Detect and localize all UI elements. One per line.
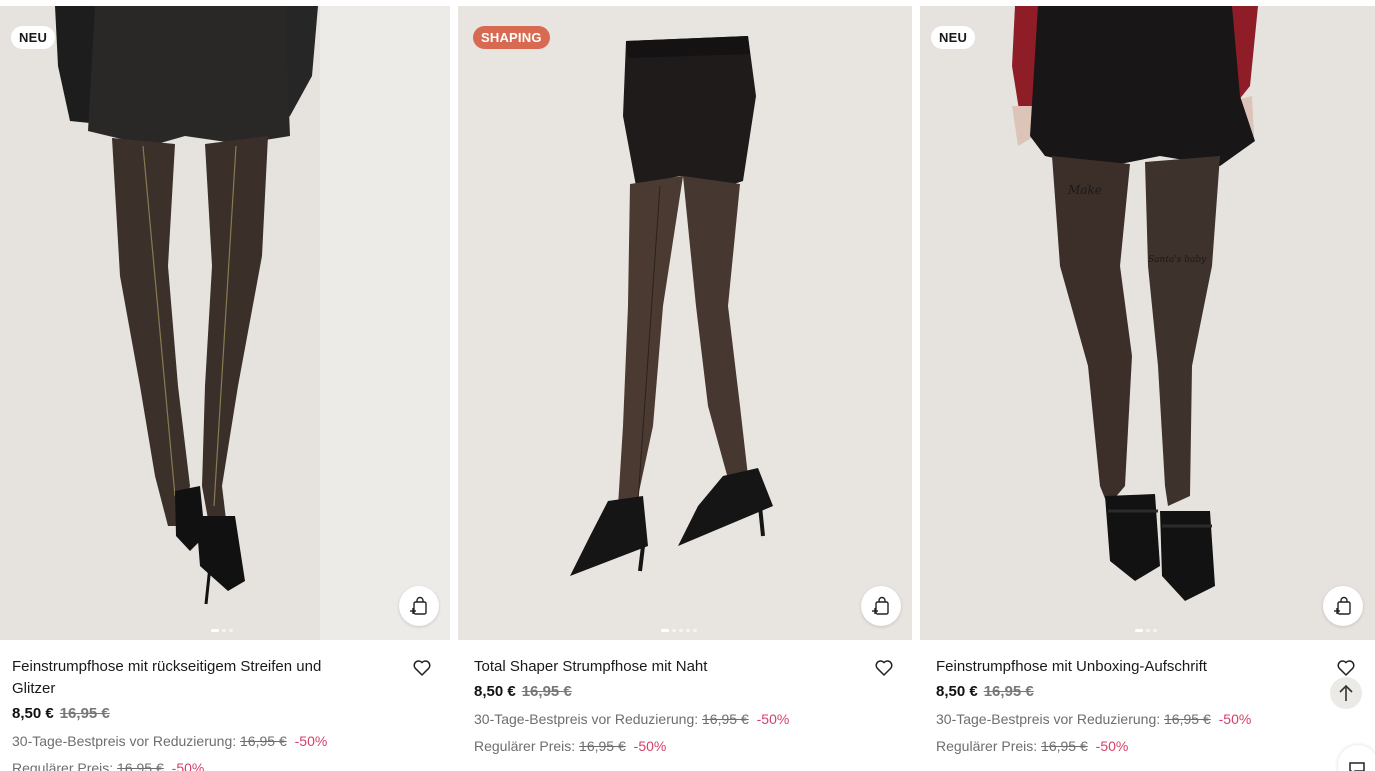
heart-icon: [1337, 660, 1355, 676]
regular-price-discount: -50%: [171, 760, 205, 771]
badge-new: NEU: [931, 26, 976, 49]
carousel-dot[interactable]: [1153, 629, 1157, 632]
heart-icon: [875, 660, 893, 676]
regular-price-discount: -50%: [633, 738, 667, 754]
regular-price-note: Regulärer Preis: 16,95 € -50%: [936, 736, 1335, 756]
product-card[interactable]: SHAPING Total Shaper Strumpfhose mit Nah…: [458, 0, 912, 771]
lowest-price-value: 16,95 €: [1164, 711, 1211, 727]
old-price: 16,95 €: [983, 683, 1034, 700]
wishlist-button[interactable]: [1336, 658, 1356, 678]
image-carousel-dots[interactable]: [1135, 629, 1157, 633]
regular-price-value: 16,95 €: [579, 738, 626, 754]
regular-price-note: Regulärer Preis: 16,95 € -50%: [474, 736, 872, 756]
product-card[interactable]: Make Santa's baby NEU Feinstrumpfhose mi…: [920, 0, 1375, 771]
carousel-dot[interactable]: [672, 629, 676, 632]
lowest-price-discount: -50%: [756, 711, 790, 727]
chat-icon: [1349, 762, 1365, 771]
tights-photo: Make Santa's baby: [920, 6, 1375, 640]
regular-price-discount: -50%: [1095, 738, 1129, 754]
tights-photo: [458, 6, 912, 640]
badge-new: NEU: [11, 26, 56, 49]
lowest-price-label: 30-Tage-Bestpreis vor Reduzierung:: [474, 711, 699, 727]
regular-price-value: 16,95 €: [117, 760, 164, 771]
carousel-dot[interactable]: [661, 629, 669, 632]
heart-icon: [413, 660, 431, 676]
product-info: Feinstrumpfhose mit Unboxing-Aufschrift …: [936, 656, 1335, 756]
arrow-up-icon: [1339, 684, 1353, 701]
product-grid: NEU Feinstrumpfhose mit rückseitigem Str…: [0, 0, 1375, 771]
price-row: 8,50 € 16,95 €: [12, 704, 410, 724]
quick-add-button[interactable]: [399, 586, 439, 626]
bag-plus-icon: [1334, 596, 1351, 615]
carousel-dot[interactable]: [686, 629, 690, 632]
lowest-price-discount: -50%: [1218, 711, 1252, 727]
scroll-to-top-button[interactable]: [1330, 677, 1362, 709]
carousel-dot[interactable]: [222, 629, 226, 632]
price-row: 8,50 € 16,95 €: [474, 682, 872, 702]
regular-price-label: Regulärer Preis:: [474, 738, 576, 754]
svg-text:Santa's baby: Santa's baby: [1148, 255, 1207, 265]
product-info: Total Shaper Strumpfhose mit Naht 8,50 €…: [474, 656, 872, 756]
carousel-dot[interactable]: [1135, 629, 1143, 632]
badge-shaping: SHAPING: [473, 26, 550, 49]
carousel-dot[interactable]: [211, 629, 219, 632]
old-price: 16,95 €: [59, 705, 110, 722]
carousel-dot[interactable]: [679, 629, 683, 632]
svg-text:Make: Make: [1067, 183, 1102, 197]
carousel-dot[interactable]: [1146, 629, 1150, 632]
product-info: Feinstrumpfhose mit rückseitigem Streife…: [12, 656, 410, 771]
bag-plus-icon: [410, 596, 427, 615]
lowest-price-note: 30-Tage-Bestpreis vor Reduzierung: 16,95…: [936, 709, 1335, 729]
price-row: 8,50 € 16,95 €: [936, 682, 1335, 702]
lowest-price-discount: -50%: [294, 733, 328, 749]
image-carousel-dots[interactable]: [661, 629, 697, 633]
lowest-price-label: 30-Tage-Bestpreis vor Reduzierung:: [936, 711, 1161, 727]
regular-price-label: Regulärer Preis:: [12, 760, 114, 771]
carousel-dot[interactable]: [693, 629, 697, 632]
regular-price-value: 16,95 €: [1041, 738, 1088, 754]
regular-price-label: Regulärer Preis:: [936, 738, 1038, 754]
tights-photo: [0, 6, 450, 640]
lowest-price-note: 30-Tage-Bestpreis vor Reduzierung: 16,95…: [474, 709, 872, 729]
product-card[interactable]: NEU Feinstrumpfhose mit rückseitigem Str…: [0, 0, 450, 771]
quick-add-button[interactable]: [861, 586, 901, 626]
lowest-price-label: 30-Tage-Bestpreis vor Reduzierung:: [12, 733, 237, 749]
current-price: 8,50 €: [936, 683, 978, 700]
carousel-dot[interactable]: [229, 629, 233, 632]
lowest-price-note: 30-Tage-Bestpreis vor Reduzierung: 16,95…: [12, 731, 410, 751]
product-image[interactable]: NEU: [0, 6, 450, 640]
regular-price-note: Regulärer Preis: 16,95 € -50%: [12, 758, 410, 771]
product-image[interactable]: Make Santa's baby NEU: [920, 6, 1375, 640]
product-name[interactable]: Feinstrumpfhose mit rückseitigem Streife…: [12, 656, 342, 700]
quick-add-button[interactable]: [1323, 586, 1363, 626]
old-price: 16,95 €: [521, 683, 572, 700]
lowest-price-value: 16,95 €: [702, 711, 749, 727]
lowest-price-value: 16,95 €: [240, 733, 287, 749]
wishlist-button[interactable]: [874, 658, 894, 678]
bag-plus-icon: [872, 596, 889, 615]
product-name[interactable]: Feinstrumpfhose mit Unboxing-Aufschrift: [936, 656, 1335, 678]
current-price: 8,50 €: [474, 683, 516, 700]
wishlist-button[interactable]: [412, 658, 432, 678]
current-price: 8,50 €: [12, 705, 54, 722]
product-name[interactable]: Total Shaper Strumpfhose mit Naht: [474, 656, 872, 678]
image-carousel-dots[interactable]: [211, 629, 233, 633]
product-image[interactable]: SHAPING: [458, 6, 912, 640]
